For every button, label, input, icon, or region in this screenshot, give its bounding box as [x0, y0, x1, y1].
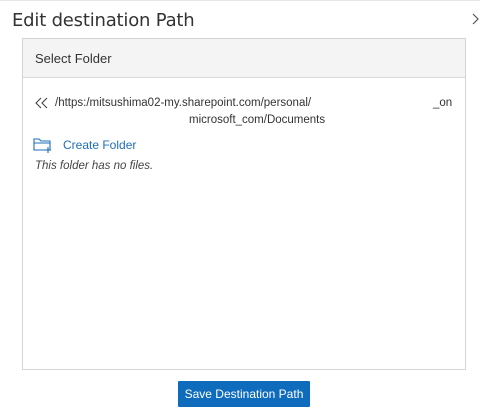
panel-header: Select Folder [23, 39, 465, 78]
create-folder-button[interactable]: Create Folder [33, 135, 136, 155]
current-path: /https:/mitsushima02-my.sharepoint.com/p… [33, 95, 457, 129]
select-folder-panel: Select Folder /https:/mitsushima02-my.sh… [22, 38, 466, 370]
path-text-line1: /https:/mitsushima02-my.sharepoint.com/p… [55, 97, 312, 109]
panel-title: Select Folder [35, 50, 112, 66]
save-destination-path-button[interactable]: Save Destination Path [178, 381, 310, 407]
double-chevron-left-icon[interactable] [35, 97, 48, 109]
path-text-line2: microsoft_com/Documents [189, 114, 326, 126]
path-text-tail: _on [433, 97, 453, 109]
create-folder-label: Create Folder [63, 138, 137, 152]
top-divider [0, 0, 480, 1]
chevron-right-icon[interactable] [470, 12, 480, 26]
folder-add-icon [33, 138, 51, 153]
empty-folder-message: This folder has no files. [35, 160, 154, 172]
dialog-title: Edit destination Path [12, 10, 195, 31]
